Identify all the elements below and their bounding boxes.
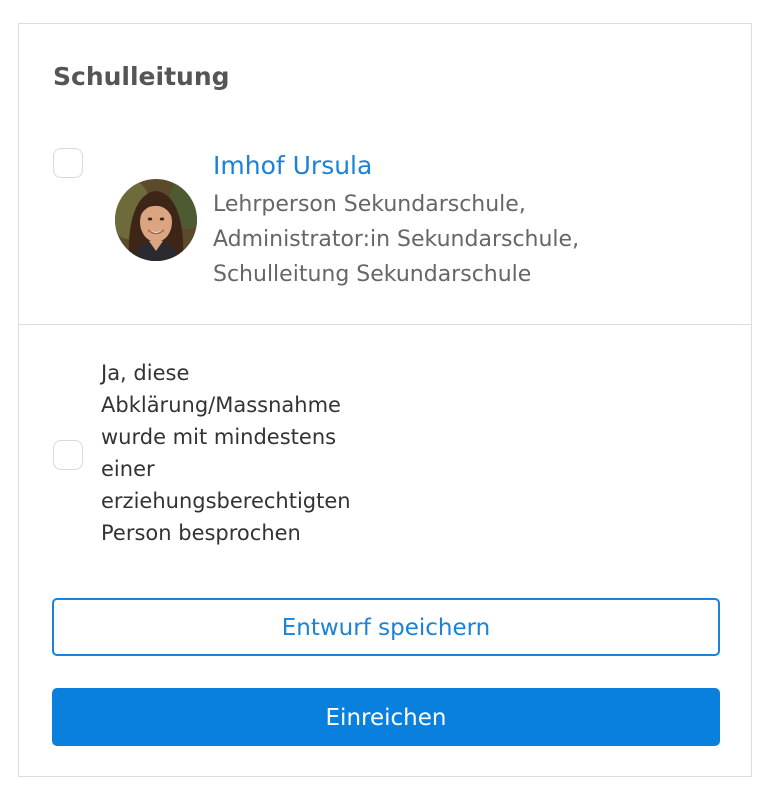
schulleitung-card: Schulleitung Imhof Ursula Lehrperson Sek… [18, 23, 752, 777]
submit-button[interactable]: Einreichen [52, 688, 720, 746]
confirmation-checkbox[interactable] [53, 440, 83, 470]
avatar-photo [115, 179, 197, 261]
person-roles: Lehrperson Sekundarschule, Administrator… [213, 192, 580, 287]
section-divider [19, 324, 751, 325]
save-draft-button[interactable]: Entwurf speichern [52, 598, 720, 656]
section-title: Schulleitung [53, 62, 230, 91]
confirmation-label: Ja, diese Abklärung/Massnahme wurde mit … [101, 361, 351, 545]
person-select-checkbox[interactable] [53, 148, 83, 178]
avatar [115, 179, 197, 261]
person-name-link[interactable]: Imhof Ursula [213, 148, 372, 184]
